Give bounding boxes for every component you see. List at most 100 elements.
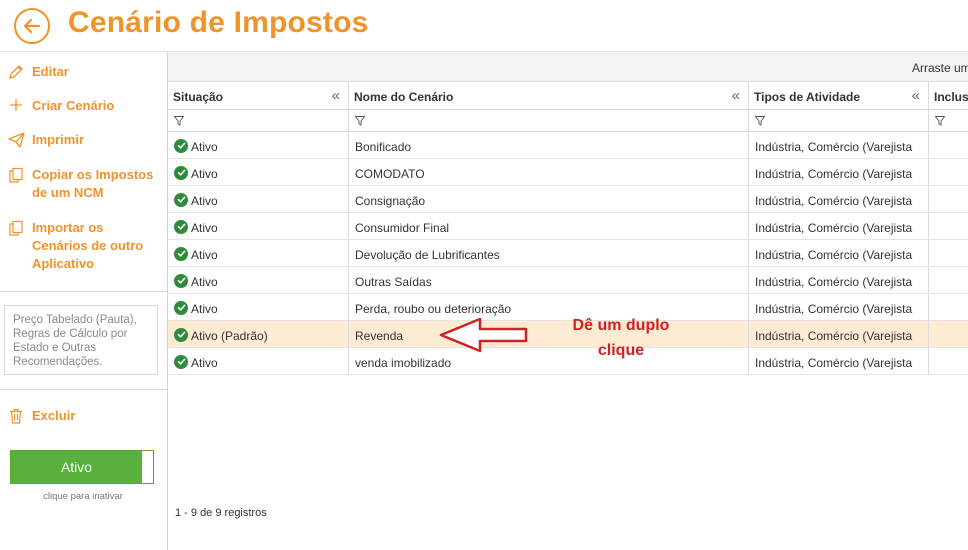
copy-ncm-taxes-label: Copiar os Impostos de um NCM (32, 167, 154, 200)
sidebar: Editar Criar Cenário Imprimir Copiar os … (0, 52, 168, 550)
status-text: Ativo (191, 194, 218, 208)
included-filter-cell (929, 110, 968, 131)
print-button[interactable]: Imprimir (0, 131, 168, 149)
pencil-icon (0, 63, 32, 80)
check-circle-icon (174, 219, 188, 234)
status-cell: Ativo (168, 240, 349, 266)
plus-icon (0, 97, 32, 112)
collapse-column-icon[interactable]: « (332, 87, 340, 104)
status-text: Ativo (191, 248, 218, 262)
activities-filter-cell (749, 110, 929, 131)
grid-header-row: Situação « Nome do Cenário « Tipos de At… (168, 82, 968, 110)
included-cell (929, 213, 968, 239)
import-scenarios-button[interactable]: Importar os Cenários de outro Aplicativo (0, 219, 168, 273)
filter-icon[interactable] (355, 116, 365, 126)
back-button[interactable] (14, 8, 50, 44)
scenario-grid: Arraste um Situação « Nome do Cenário « … (168, 52, 968, 550)
activity-types-cell: Indústria, Comércio (Varejista (749, 213, 929, 239)
status-text: Ativo (191, 167, 218, 181)
status-value: Ativo (174, 192, 348, 208)
filter-icon[interactable] (755, 116, 765, 126)
activity-types-cell: Indústria, Comércio (Varejista (749, 294, 929, 320)
status-text: Ativo (191, 356, 218, 370)
delete-button[interactable]: Excluir (0, 407, 168, 425)
status-value: Ativo (174, 219, 348, 235)
record-count: 1 - 9 de 9 registros (175, 507, 267, 519)
check-circle-icon (174, 273, 188, 288)
column-header-label: Situação (173, 90, 224, 104)
column-header-activities[interactable]: Tipos de Atividade « (749, 82, 929, 109)
table-row[interactable]: Ativo Consignação Indústria, Comércio (Var… (168, 186, 968, 213)
double-click-annotation: Dê um duplo clique (546, 313, 696, 363)
check-circle-icon (174, 300, 188, 315)
column-header-label: Tipos de Atividade (754, 90, 861, 104)
filter-icon[interactable] (174, 116, 184, 126)
collapse-column-icon[interactable]: « (912, 87, 920, 104)
check-circle-icon (174, 246, 188, 261)
scenario-name-cell: Consignação (349, 186, 749, 212)
status-value: Ativo (174, 138, 348, 154)
status-value: Ativo (174, 246, 348, 262)
copy-icon (0, 219, 32, 236)
toggle-hint: clique para inativar (43, 491, 123, 502)
status-value: Ativo (174, 300, 348, 316)
table-row[interactable]: Ativo Bonificado Indústria, Comércio (Vare… (168, 132, 968, 159)
status-value: Ativo (174, 354, 348, 370)
column-header-included[interactable]: Inclusa (929, 82, 968, 109)
column-header-status[interactable]: Situação « (168, 82, 349, 109)
filter-icon[interactable] (935, 116, 945, 126)
status-cell: Ativo (168, 186, 349, 212)
included-cell (929, 294, 968, 320)
status-filter-cell (168, 110, 349, 131)
check-circle-icon (174, 165, 188, 180)
scenario-name-cell: COMODATO (349, 159, 749, 185)
scenario-name-cell: Outras Saídas (349, 267, 749, 293)
activity-types-cell: Indústria, Comércio (Varejista (749, 240, 929, 266)
status-value: Ativo (Padrão) (174, 327, 348, 343)
status-text: Ativo (191, 275, 218, 289)
included-cell (929, 321, 968, 347)
column-header-label: Nome do Cenário (354, 90, 454, 104)
import-scenarios-label: Importar os Cenários de outro Aplicativo (32, 220, 144, 271)
included-cell (929, 240, 968, 266)
status-text: Ativo (191, 221, 218, 235)
page-title: Cenário de Impostos (68, 6, 369, 39)
activity-types-cell: Indústria, Comércio (Varejista (749, 159, 929, 185)
status-cell: Ativo (168, 267, 349, 293)
trash-icon (0, 407, 32, 424)
status-value: Ativo (174, 273, 348, 289)
tax-rules-note: Preço Tabelado (Pauta), Regras de Cálcul… (4, 305, 158, 375)
copy-icon (0, 166, 32, 183)
check-circle-icon (174, 354, 188, 369)
status-cell: Ativo (Padrão) (168, 321, 349, 347)
table-row[interactable]: Ativo Outras Saídas Indústria, Comércio (V… (168, 267, 968, 294)
activity-types-cell: Indústria, Comércio (Varejista (749, 348, 929, 374)
scenario-name-cell: Bonificado (349, 132, 749, 158)
copy-ncm-taxes-button[interactable]: Copiar os Impostos de um NCM (0, 166, 168, 202)
column-header-label: Inclusa (934, 90, 968, 104)
status-cell: Ativo (168, 159, 349, 185)
activity-types-cell: Indústria, Comércio (Varejista (749, 186, 929, 212)
status-cell: Ativo (168, 294, 349, 320)
status-cell: Ativo (168, 348, 349, 374)
table-row[interactable]: Ativo Consumidor Final Indústria, Comércio… (168, 213, 968, 240)
group-by-bar[interactable]: Arraste um (168, 52, 968, 82)
active-toggle[interactable]: Ativo (10, 450, 154, 484)
name-filter-cell (349, 110, 749, 131)
collapse-column-icon[interactable]: « (732, 87, 740, 104)
status-value: Ativo (174, 165, 348, 181)
included-cell (929, 159, 968, 185)
divider (0, 291, 167, 292)
activity-types-cell: Indústria, Comércio (Varejista (749, 321, 929, 347)
column-header-name[interactable]: Nome do Cenário « (349, 82, 749, 109)
create-scenario-button[interactable]: Criar Cenário (0, 97, 168, 115)
activity-types-cell: Indústria, Comércio (Varejista (749, 132, 929, 158)
red-arrow-annotation (439, 317, 528, 353)
table-row[interactable]: Ativo Devolução de Lubrificantes Indústria… (168, 240, 968, 267)
status-cell: Ativo (168, 213, 349, 239)
scenario-name-cell: Devolução de Lubrificantes (349, 240, 749, 266)
table-row[interactable]: Ativo COMODATO Indústria, Comércio (Vareji… (168, 159, 968, 186)
active-toggle-label: Ativo (11, 451, 142, 483)
status-text: Ativo (191, 302, 218, 316)
edit-button[interactable]: Editar (0, 63, 168, 81)
